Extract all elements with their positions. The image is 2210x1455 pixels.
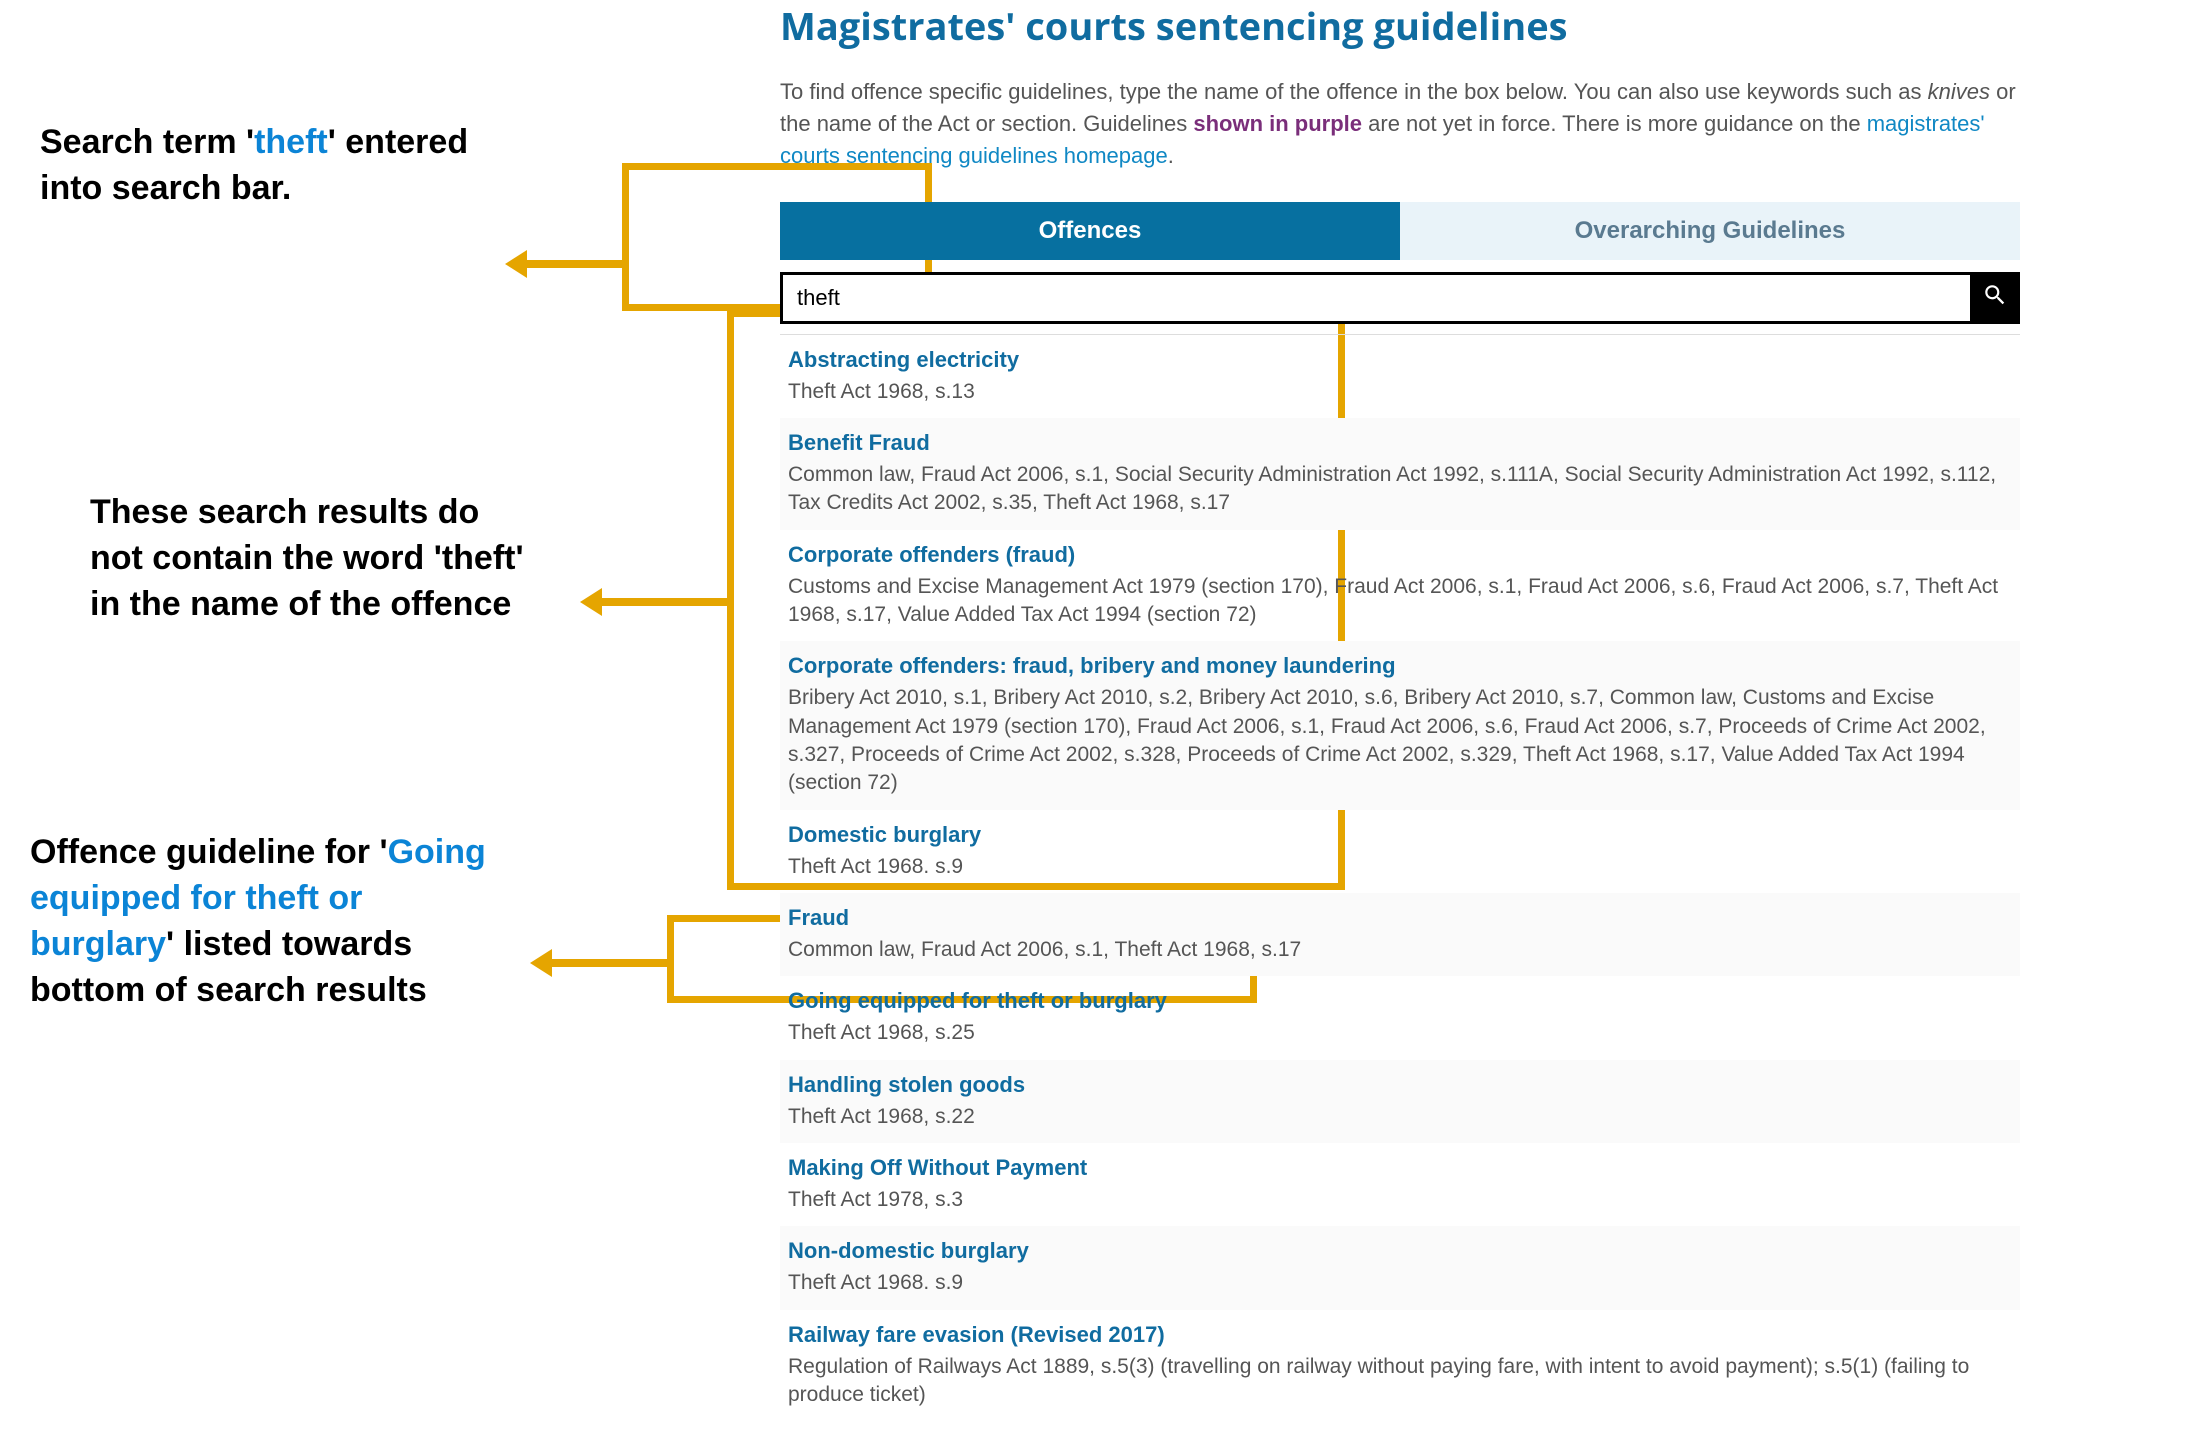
search-row xyxy=(780,272,2020,324)
result-title-link[interactable]: Non-domestic burglary xyxy=(788,1238,2012,1264)
intro-text: To find offence specific guidelines, typ… xyxy=(780,76,2020,172)
result-citation: Theft Act 1968, s.22 xyxy=(788,1103,2012,1131)
arrow-line xyxy=(602,598,727,606)
result-citation: Common law, Fraud Act 2006, s.1, Social … xyxy=(788,461,2012,518)
text: Search term ' xyxy=(40,123,254,161)
text: Offence guideline for ' xyxy=(30,833,388,871)
result-title-link[interactable]: Abstracting electricity xyxy=(788,347,2012,373)
result-title-link[interactable]: Domestic burglary xyxy=(788,822,2012,848)
text-italic: knives xyxy=(1928,79,1990,104)
result-title-link[interactable]: Making Off Without Payment xyxy=(788,1155,2012,1181)
result-title-link[interactable]: Corporate offenders (fraud) xyxy=(788,542,2012,568)
annotation-results: These search results do not contain the … xyxy=(90,490,530,628)
tabs: Offences Overarching Guidelines xyxy=(780,202,2020,260)
annotation-search-term: Search term 'theft' entered into search … xyxy=(40,120,510,212)
result-row: Domestic burglary Theft Act 1968. s.9 xyxy=(780,810,2020,893)
result-title-link[interactable]: Going equipped for theft or burglary xyxy=(788,988,2012,1014)
results-list: Abstracting electricity Theft Act 1968, s… xyxy=(780,334,2020,1422)
result-citation: Theft Act 1968. s.9 xyxy=(788,1269,2012,1297)
page-title: Magistrates' courts sentencing guideline… xyxy=(780,0,2040,52)
result-title-link[interactable]: Benefit Fraud xyxy=(788,430,2012,456)
result-citation: Customs and Excise Management Act 1979 (… xyxy=(788,573,2012,630)
highlighted-term: theft xyxy=(254,123,328,161)
result-row: Benefit Fraud Common law, Fraud Act 2006,… xyxy=(780,418,2020,530)
result-title-link[interactable]: Handling stolen goods xyxy=(788,1072,2012,1098)
result-citation: Bribery Act 2010, s.1, Bribery Act 2010,… xyxy=(788,684,2012,797)
result-citation: Theft Act 1968, s.25 xyxy=(788,1019,2012,1047)
result-title-link[interactable]: Railway fare evasion (Revised 2017) xyxy=(788,1322,2012,1348)
result-row: Going equipped for theft or burglary Thef… xyxy=(780,976,2020,1059)
text-purple: shown in purple xyxy=(1193,111,1362,136)
result-citation: Theft Act 1968, s.13 xyxy=(788,378,2012,406)
result-row: Non-domestic burglary Theft Act 1968. s.9 xyxy=(780,1226,2020,1309)
arrow-line xyxy=(527,260,622,268)
result-row: Fraud Common law, Fraud Act 2006, s.1, Th… xyxy=(780,893,2020,976)
arrow-line xyxy=(552,959,667,967)
search-input[interactable] xyxy=(780,272,1970,324)
result-row: Making Off Without Payment Theft Act 1978… xyxy=(780,1143,2020,1226)
tab-overarching[interactable]: Overarching Guidelines xyxy=(1400,202,2020,260)
text: . xyxy=(1168,143,1174,168)
text: These search results do not contain the … xyxy=(90,493,524,623)
result-title-link[interactable]: Fraud xyxy=(788,905,2012,931)
result-row: Corporate offenders: fraud, bribery and … xyxy=(780,641,2020,809)
annotation-going-equipped: Offence guideline for 'Going equipped fo… xyxy=(30,830,500,1014)
web-panel: Magistrates' courts sentencing guideline… xyxy=(780,0,2040,1422)
arrow-head-icon xyxy=(580,588,602,616)
result-row: Abstracting electricity Theft Act 1968, s… xyxy=(780,335,2020,418)
text: are not yet in force. There is more guid… xyxy=(1362,111,1867,136)
result-row: Corporate offenders (fraud) Customs and E… xyxy=(780,530,2020,642)
result-row: Handling stolen goods Theft Act 1968, s.2… xyxy=(780,1060,2020,1143)
arrow-head-icon xyxy=(530,949,552,977)
result-row: Railway fare evasion (Revised 2017) Regul… xyxy=(780,1310,2020,1422)
search-icon xyxy=(1982,282,2008,313)
result-title-link[interactable]: Corporate offenders: fraud, bribery and … xyxy=(788,653,2012,679)
result-citation: Common law, Fraud Act 2006, s.1, Theft A… xyxy=(788,936,2012,964)
text: To find offence specific guidelines, typ… xyxy=(780,79,1928,104)
tab-offences[interactable]: Offences xyxy=(780,202,1400,260)
result-citation: Theft Act 1978, s.3 xyxy=(788,1186,2012,1214)
search-button[interactable] xyxy=(1970,272,2020,324)
arrow-head-icon xyxy=(505,250,527,278)
result-citation: Regulation of Railways Act 1889, s.5(3) … xyxy=(788,1353,2012,1410)
result-citation: Theft Act 1968. s.9 xyxy=(788,853,2012,881)
